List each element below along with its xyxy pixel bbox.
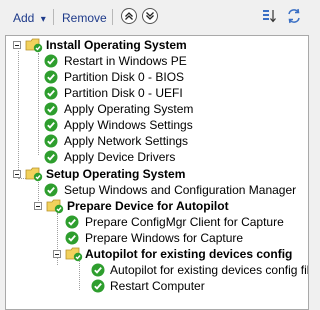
tree-item[interactable]: Prepare Windows for Capture xyxy=(64,230,304,246)
refresh-icon[interactable] xyxy=(286,8,302,27)
item-label: Prepare Windows for Capture xyxy=(85,231,244,245)
item-label: Partition Disk 0 - UEFI xyxy=(64,86,183,100)
tree-group-prepare-device[interactable]: Prepare Device for Autopilot xyxy=(34,198,306,214)
toolbar: Add ▾ Remove xyxy=(0,0,314,34)
check-icon xyxy=(44,150,58,164)
check-icon xyxy=(91,279,105,293)
check-icon xyxy=(44,183,58,197)
item-label: Restart Computer xyxy=(110,279,205,293)
item-label: Prepare ConfigMgr Client for Capture xyxy=(85,215,284,229)
tree-item[interactable]: Prepare ConfigMgr Client for Capture xyxy=(64,214,304,230)
check-icon xyxy=(44,54,58,68)
folder-check-icon xyxy=(65,247,83,262)
folder-check-icon xyxy=(25,167,43,182)
add-button[interactable]: Add ▾ xyxy=(13,9,46,27)
toolbar-separator xyxy=(53,9,54,25)
tree-item[interactable]: Partition Disk 0 - UEFI xyxy=(43,85,303,101)
tree-group-autopilot-config[interactable]: Autopilot for existing devices config xyxy=(53,246,306,262)
group-label: Prepare Device for Autopilot xyxy=(67,199,229,213)
tree-line xyxy=(79,261,80,290)
collapse-toggle-icon[interactable] xyxy=(13,170,21,178)
item-label: Apply Windows Settings xyxy=(64,118,193,132)
check-icon xyxy=(44,86,58,100)
item-label: Apply Network Settings xyxy=(64,134,189,148)
item-label: Autopilot for existing devices config fi… xyxy=(110,263,309,277)
folder-check-icon xyxy=(46,199,64,214)
move-down-icon[interactable] xyxy=(142,8,158,24)
tree-item[interactable]: Apply Device Drivers xyxy=(43,149,303,165)
folder-check-icon xyxy=(25,38,43,53)
tree-item[interactable]: Apply Operating System xyxy=(43,101,303,117)
toolbar-separator xyxy=(112,9,113,25)
sort-icon[interactable] xyxy=(262,8,278,27)
tree-group-install-os[interactable]: Install Operating System xyxy=(13,37,306,53)
tree-line xyxy=(18,51,19,178)
remove-button[interactable]: Remove xyxy=(62,9,107,27)
check-icon xyxy=(91,263,105,277)
collapse-toggle-icon[interactable] xyxy=(53,250,61,258)
item-label: Setup Windows and Configuration Manager xyxy=(64,183,297,197)
item-label: Apply Device Drivers xyxy=(64,150,176,164)
group-label: Autopilot for existing devices config xyxy=(85,247,293,261)
item-label: Partition Disk 0 - BIOS xyxy=(64,70,185,84)
tree-item[interactable]: Setup Windows and Configuration Manager xyxy=(43,182,308,198)
tree-line xyxy=(38,53,39,155)
check-icon xyxy=(44,118,58,132)
check-icon xyxy=(44,70,58,84)
tree-item[interactable]: Autopilot for existing devices config fi… xyxy=(90,262,308,278)
task-sequence-tree[interactable]: Install Operating System Restart in Wind… xyxy=(5,35,309,310)
tree-item[interactable]: Apply Network Settings xyxy=(43,133,303,149)
tree-item[interactable]: Partition Disk 0 - BIOS xyxy=(43,69,303,85)
item-label: Restart in Windows PE xyxy=(64,54,187,68)
tree-item[interactable]: Restart in Windows PE xyxy=(43,53,303,69)
move-up-icon[interactable] xyxy=(121,8,137,24)
chevron-down-icon: ▾ xyxy=(40,14,46,25)
add-label: Add xyxy=(13,11,35,25)
tree-item[interactable]: Restart Computer xyxy=(90,278,308,294)
tree-item[interactable]: Apply Windows Settings xyxy=(43,117,303,133)
group-label: Install Operating System xyxy=(46,38,187,52)
group-label: Setup Operating System xyxy=(46,167,186,181)
check-icon xyxy=(65,215,79,229)
tree-group-setup-os[interactable]: Setup Operating System xyxy=(13,166,306,182)
collapse-toggle-icon[interactable] xyxy=(34,202,42,210)
collapse-toggle-icon[interactable] xyxy=(13,41,21,49)
check-icon xyxy=(44,134,58,148)
check-icon xyxy=(65,231,79,245)
item-label: Apply Operating System xyxy=(64,102,194,116)
check-icon xyxy=(44,102,58,116)
